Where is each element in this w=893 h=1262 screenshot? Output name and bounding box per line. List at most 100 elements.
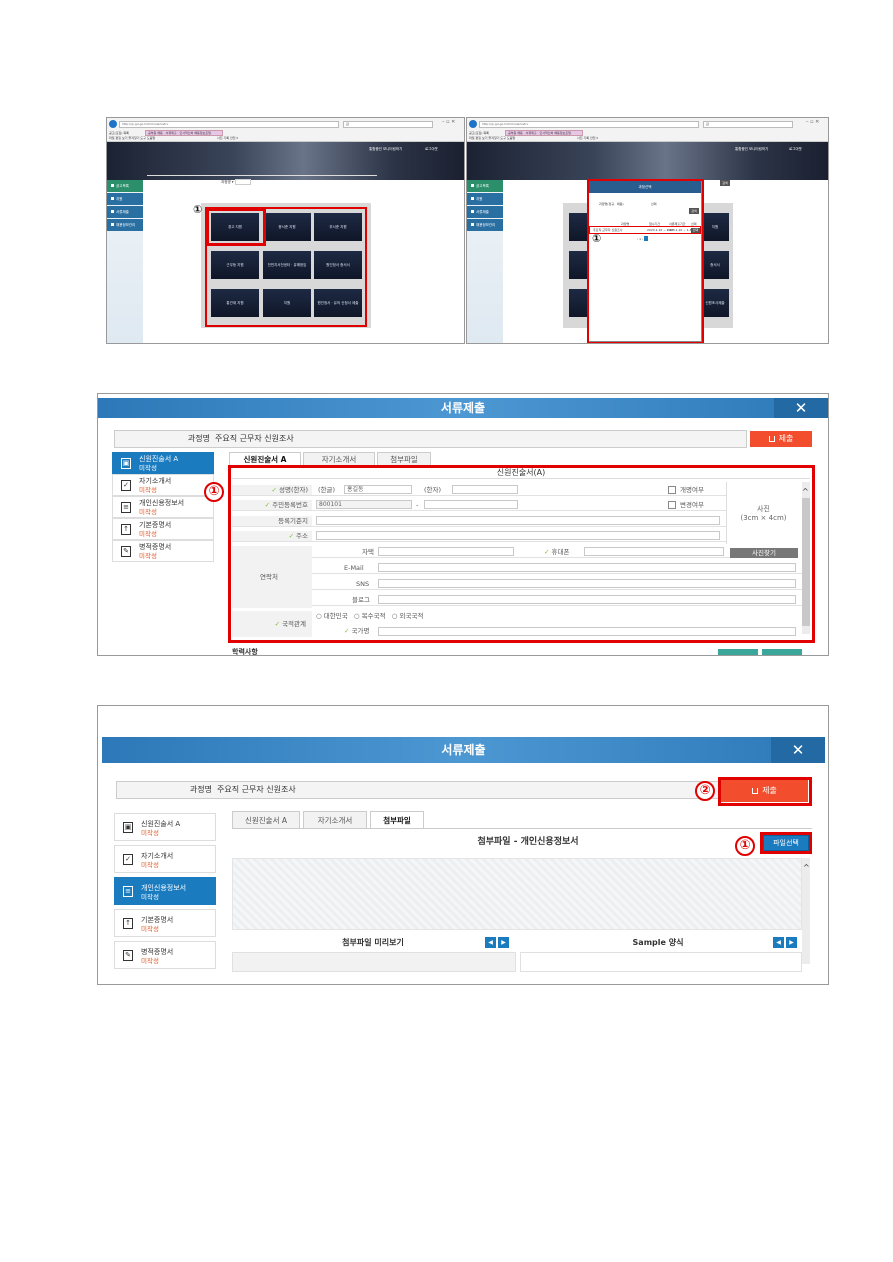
attachment-title: 첨부파일 - 개인신용정보서 [477,837,579,847]
monitor-link[interactable]: 통합중인 모니터링하기 [369,147,402,152]
doc-name: 기본증명서 [139,521,172,529]
doc-status: 미작성 [141,957,159,965]
doc-status: 미작성 [139,508,157,516]
scroll-up-icon[interactable]: ^ [803,864,810,872]
course-filter-input[interactable] [235,179,251,185]
check-box-icon: ✓ [121,480,131,491]
browser-toolbar: http://ip.gd.go.kr/hrm/ssl/nafcc 감 – ▫ ✕… [107,118,464,142]
doc-item-military-cert[interactable]: ✎ 병적증명서 미작성 [112,540,214,562]
annotation-marker-1: ① [735,836,755,856]
shield-icon: ▣ [123,822,133,833]
doc-status: 미작성 [139,552,157,560]
document-icon: ≡ [123,886,133,897]
course-tile[interactable]: 지원 [701,213,729,241]
bullet-icon [471,223,474,226]
sidenav-item-notices[interactable]: 공고목록 [107,180,143,192]
browser-tools[interactable]: 사진 기록 안전 ▾ [217,136,238,141]
browser-tools[interactable]: 사진 기록 안전 ▾ [577,136,598,141]
monitor-link[interactable]: 통합중인 모니터링하기 [735,147,768,152]
attachment-scrollbar[interactable] [802,858,810,964]
document-submission-window-attachments: 서류제출 ✕ 과정명 주요직 근무자 신원조사 제출 ② ▣ 신원진술서 A 미… [97,705,829,985]
doc-item-credit-info[interactable]: ≡ 개인신용정보서 미작성 [114,877,216,905]
course-value: 주요직 근무자 신원조사 [217,785,296,794]
document-submission-window-form: 서류제출 ✕ 과정명 주요직 근무자 신원조사 제출 ▣ 신원진술서 A 미작성… [97,393,829,656]
doc-name: 기본증명서 [141,916,174,924]
course-tile[interactable]: 증서서 [701,251,729,279]
browser-tab-active[interactable]: 공부원 채용 · 서류제출 · 인사혁신처 채용정보포털 [505,130,583,136]
window-controls-icon[interactable]: – ▫ ✕ [442,119,455,125]
sidenav-item-documents[interactable]: 서류제출 [467,206,503,218]
add-row-button[interactable] [718,649,758,655]
tab-personal-statement[interactable]: 신원진술서 A [229,452,301,466]
tab-self-intro[interactable]: 자기소개서 [303,811,367,829]
browser-screenshot-left: http://ip.gd.go.kr/hrm/ssl/nafcc 감 – ▫ ✕… [106,117,465,344]
annotation-box-form [228,465,815,643]
bullet-icon [111,223,114,226]
doc-name: 개인신용정보서 [141,884,187,892]
bullet-icon [111,184,114,187]
side-nav: 공고목록 지원 서류제출 채용정보관리 [107,180,143,343]
delete-row-button[interactable] [762,649,802,655]
bullet-icon [471,210,474,213]
annotation-box-file-select [760,832,812,854]
annotation-box-modal [587,179,704,343]
sidenav-item-apply[interactable]: 지원 [467,193,503,205]
preview-next-icon[interactable]: ▶ [498,937,509,948]
doc-status: 미작성 [141,893,159,901]
doc-item-self-intro[interactable]: ✓ 자기소개서 미작성 [114,845,216,873]
preview-pane [232,952,516,972]
doc-status: 미작성 [139,530,157,538]
course-row: 과정명 주요직 근무자 신원조사 [114,430,747,448]
doc-item-military-cert[interactable]: ✎ 병적증명서 미작성 [114,941,216,969]
doc-item-self-intro[interactable]: ✓ 자기소개서 미작성 [112,474,214,496]
address-bar[interactable]: http://ip.gd.go.kr/hrm/ssl/nafcc [119,121,339,128]
bullet-icon [111,210,114,213]
browser-menu[interactable]: 파일 편집 보기 즐겨찾기 도구 도움말 [469,136,515,141]
doc-item-basic-cert[interactable]: ↑ 기본증명서 미작성 [112,518,214,540]
address-bar[interactable]: http://ip.gd.go.kr/hrm/ssl/nafcc [479,121,699,128]
header-search-button[interactable]: 검색 [720,180,730,186]
logout-link[interactable]: 로그아웃 [425,147,438,152]
close-icon[interactable]: ✕ [771,737,825,763]
window-titlebar: 서류제출 ✕ [102,737,825,763]
preview-label: 첨부파일 미리보기 [342,938,404,947]
search-box[interactable]: 감 [343,121,433,128]
edit-icon: ✎ [123,950,133,961]
course-tile[interactable]: 신원조사제출 [701,289,729,317]
doc-item-personal-statement[interactable]: ▣ 신원진술서 A 미작성 [114,813,216,841]
sidenav-item-info[interactable]: 채용정보관리 [467,219,503,231]
doc-item-personal-statement[interactable]: ▣ 신원진술서 A 미작성 [112,452,214,474]
logout-link[interactable]: 로그아웃 [789,147,802,152]
doc-name: 개인신용정보서 [139,499,185,507]
browser-menu[interactable]: 파일 편집 보기 즐겨찾기 도구 도움말 [109,136,155,141]
sidenav-item-info[interactable]: 채용정보관리 [107,219,143,231]
sidenav-item-documents[interactable]: 서류제출 [107,206,143,218]
course-label: 과정명 [187,434,210,443]
search-box[interactable]: 감 [703,121,793,128]
doc-status: 미작성 [139,464,157,472]
sample-next-icon[interactable]: ▶ [786,937,797,948]
doc-item-basic-cert[interactable]: ↑ 기본증명서 미작성 [114,909,216,937]
doc-name: 병적증명서 [141,948,174,956]
doc-name: 병적증명서 [139,543,172,551]
divider [147,175,377,176]
tab-attachments[interactable]: 첨부파일 [377,452,431,466]
document-icon: ≡ [121,502,131,513]
window-title: 서류제출 [440,401,486,415]
attachment-drop-area[interactable] [232,858,802,930]
doc-item-credit-info[interactable]: ≡ 개인신용정보서 미작성 [112,496,214,518]
sidenav-item-apply[interactable]: 지원 [107,193,143,205]
preview-prev-icon[interactable]: ◀ [485,937,496,948]
annotation-marker-2: ② [695,781,715,801]
tab-attachments[interactable]: 첨부파일 [370,811,424,829]
sample-prev-icon[interactable]: ◀ [773,937,784,948]
browser-tab-active[interactable]: 공부원 채용 · 서류제출 · 인사혁신처 채용정보포털 [145,130,223,136]
submit-button[interactable]: 제출 [750,431,812,447]
side-nav: 공고목록 지원 서류제출 채용정보관리 [467,180,503,343]
upload-icon: ↑ [123,918,133,929]
tab-personal-statement[interactable]: 신원진술서 A [232,811,300,829]
tab-self-intro[interactable]: 자기소개서 [303,452,375,466]
sidenav-item-notices[interactable]: 공고목록 [467,180,503,192]
window-controls-icon[interactable]: – ▫ ✕ [806,119,819,125]
close-icon[interactable]: ✕ [774,398,828,418]
